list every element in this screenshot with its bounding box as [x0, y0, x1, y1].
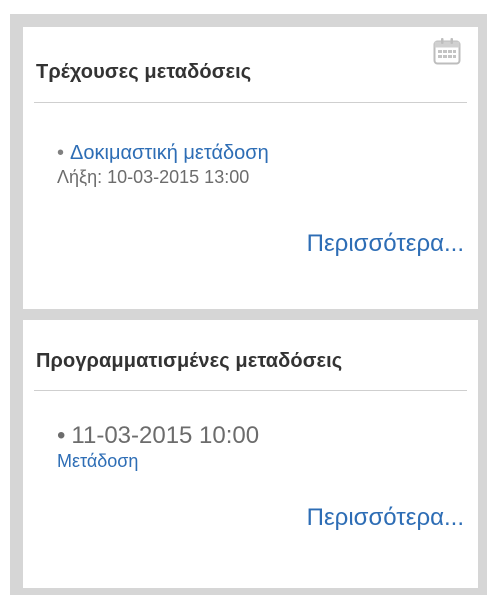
broadcast-expiry: Λήξη: 10-03-2015 13:00 [57, 167, 250, 187]
scheduled-broadcast-item: • 11-03-2015 10:00 Μετάδοση [57, 424, 259, 473]
scheduled-more-link[interactable]: Περισσότερα... [307, 504, 464, 532]
current-broadcasts-title: Τρέχουσες μεταδόσεις [36, 61, 252, 83]
current-broadcasts-widget: Τρέχουσες μεταδόσεις • Δοκιμαστική μετάδο… [23, 27, 478, 309]
widget-frame: Τρέχουσες μεταδόσεις • Δοκιμαστική μετάδο… [0, 0, 493, 595]
scheduled-broadcasts-title: Προγραμματισμένες μεταδόσεις [36, 350, 343, 372]
bullet-icon: • [57, 142, 65, 164]
current-broadcast-item: • Δοκιμαστική μετάδοση Λήξη: 10-03-2015 1… [57, 141, 269, 189]
scheduled-broadcast-link[interactable]: Μετάδοση [57, 449, 259, 473]
scheduled-date: 11-03-2015 10:00 [71, 422, 260, 449]
scheduled-broadcasts-widget: Προγραμματισμένες μεταδόσεις • 11-03-2015… [23, 320, 478, 588]
current-more-link[interactable]: Περισσότερα... [307, 230, 464, 258]
title-divider [34, 390, 467, 391]
title-divider [34, 102, 467, 103]
bullet-icon: • [57, 422, 66, 449]
broadcast-link[interactable]: Δοκιμαστική μετάδοση [70, 142, 269, 164]
calendar-icon[interactable] [432, 36, 462, 66]
